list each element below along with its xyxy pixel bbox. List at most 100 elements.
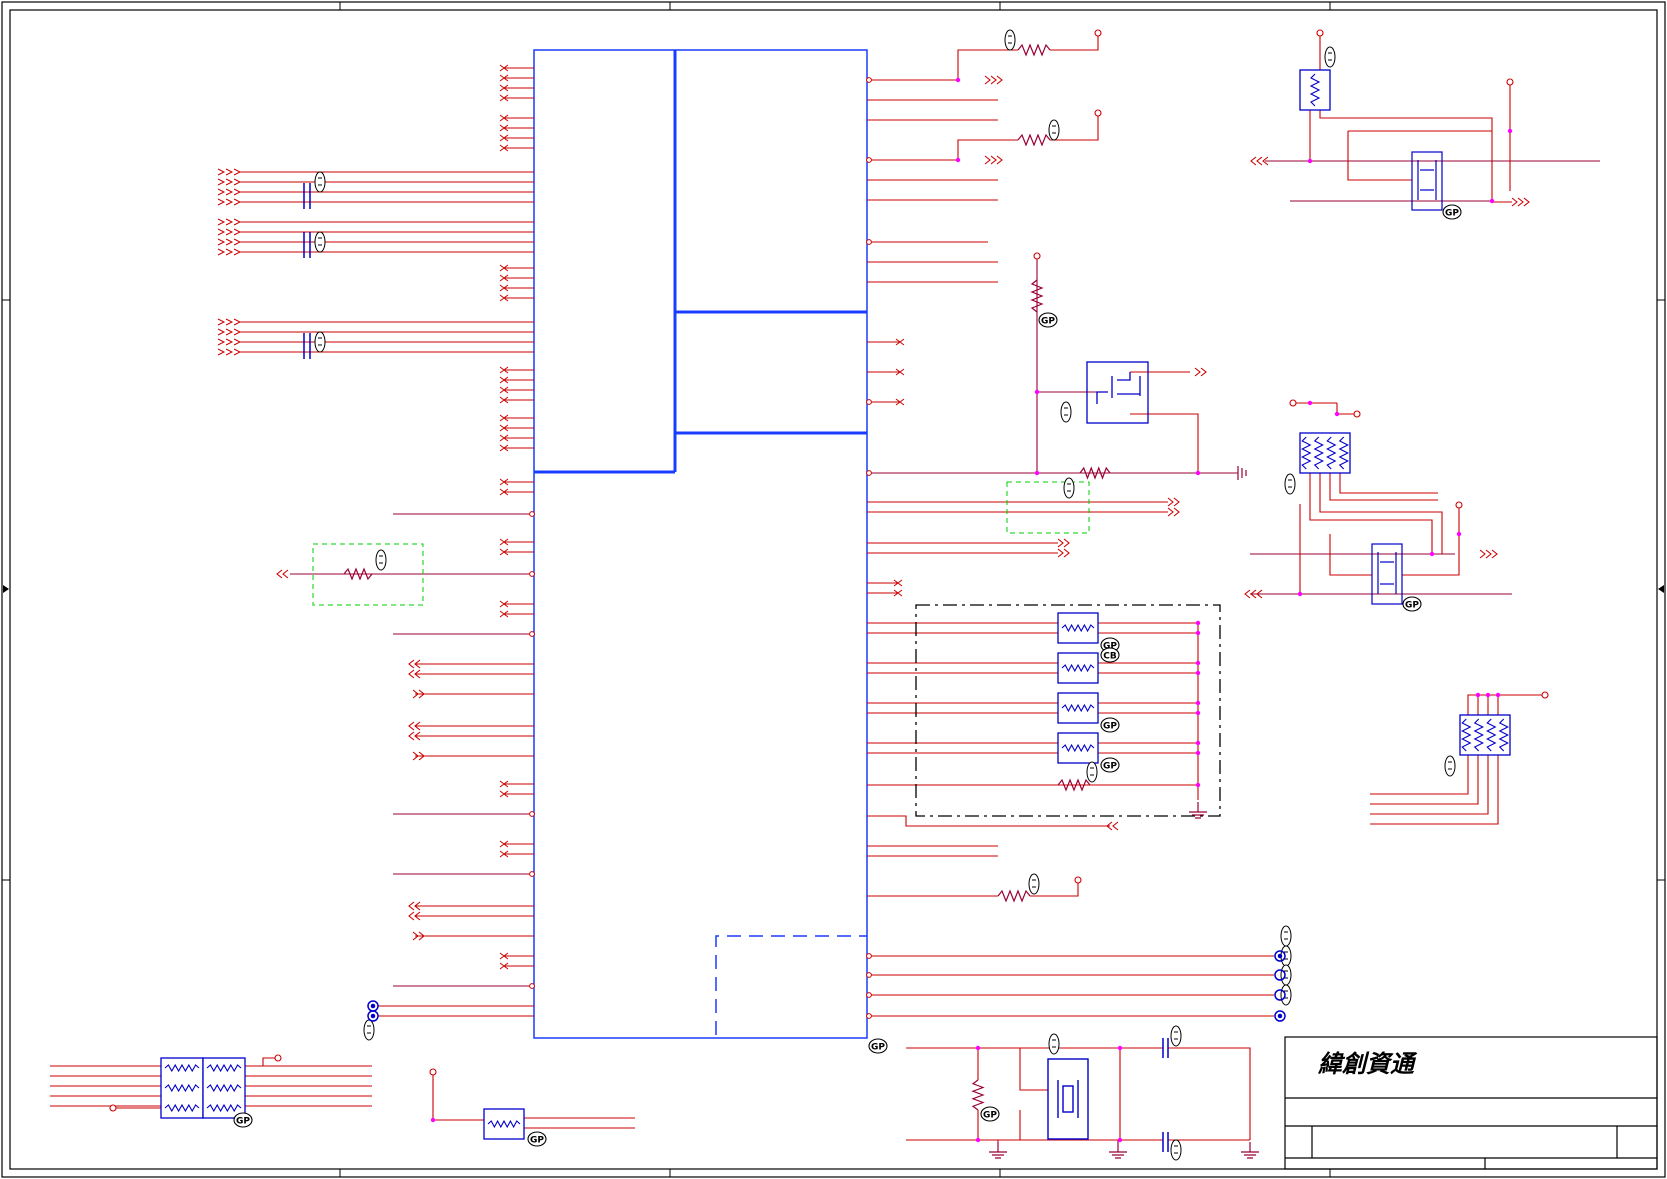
wire <box>1168 1047 1251 1140</box>
gp-badge: GP <box>233 1112 253 1128</box>
power-node <box>1455 501 1463 509</box>
offpage-arrow <box>233 198 242 206</box>
offpage-arrow <box>1200 367 1207 377</box>
junction-dot <box>430 1117 436 1123</box>
resistor-network <box>160 1057 204 1119</box>
offpage-arrow <box>996 155 1003 165</box>
offpage-arrow <box>217 248 226 256</box>
gp-badge: GP <box>868 1038 888 1054</box>
pin-dot <box>529 983 535 989</box>
offpage-arrow <box>233 218 242 226</box>
ground <box>1109 1142 1127 1159</box>
wire <box>1309 473 1433 554</box>
offpage-arrow <box>1173 507 1180 517</box>
wire <box>1319 473 1443 554</box>
offpage-arrow <box>225 348 234 356</box>
offpage-arrow <box>1523 197 1530 207</box>
offpage-arrow <box>225 338 234 346</box>
offpage-arrow <box>1167 497 1174 507</box>
offpage-arrow <box>1167 507 1174 517</box>
offpage-connectors <box>217 75 1530 941</box>
offpage-arrow <box>233 188 242 196</box>
wire <box>867 815 1110 827</box>
main-ic <box>533 49 868 1039</box>
offpage-arrow <box>408 659 415 669</box>
offpage-arrow <box>984 155 991 165</box>
resistor <box>1017 133 1051 147</box>
gp-badge: GP <box>1442 204 1462 220</box>
power-node <box>274 1054 282 1062</box>
gp-badge-text: GP <box>1445 209 1459 219</box>
pin-dot <box>866 1013 872 1019</box>
wire <box>1019 1048 1048 1091</box>
wire <box>1339 473 1438 494</box>
pin-dot <box>529 631 535 637</box>
resistor <box>971 1079 985 1111</box>
no-connect-marks <box>499 64 905 970</box>
gp-badge-text: GP <box>1041 317 1055 327</box>
ref-marker <box>375 549 387 571</box>
gp-badge-text: GP <box>530 1136 544 1146</box>
pin-dot <box>529 511 535 517</box>
crystal-load-caps <box>1162 1038 1169 1152</box>
offpage-arrow <box>408 911 415 921</box>
offpage-arrow <box>225 228 234 236</box>
ref-marker <box>1170 1025 1182 1047</box>
ref-marker <box>314 231 326 253</box>
ac-coupling-caps <box>303 183 311 359</box>
junction-dot <box>1307 158 1313 164</box>
pin-dot <box>866 399 872 405</box>
gp-badge-text: GP <box>1103 762 1117 772</box>
pin-endpoints <box>109 29 1549 1143</box>
offpage-arrow <box>1173 497 1180 507</box>
offpage-arrow <box>1112 821 1119 831</box>
ground-symbols <box>989 466 1259 1159</box>
ref-marker <box>1284 473 1296 495</box>
offpage-arrow <box>217 328 226 336</box>
offpage-arrow <box>225 198 234 206</box>
gp-badge-text: GP <box>1103 722 1117 732</box>
gp-badge: GP <box>980 1106 1000 1122</box>
crystal-oscillator <box>1047 1058 1089 1140</box>
resistor-network-arrays <box>160 69 1511 1140</box>
power-node <box>1541 691 1549 699</box>
offpage-arrow <box>233 168 242 176</box>
power-node <box>1094 29 1102 37</box>
junction-dot <box>1117 1137 1123 1143</box>
junction-dot <box>1507 128 1513 134</box>
resistor-network <box>1057 692 1099 724</box>
offpage-arrow <box>217 228 226 236</box>
offpage-arrow <box>225 238 234 246</box>
power-node <box>1074 876 1082 884</box>
junction-dot <box>1034 470 1040 476</box>
junction-dot <box>1495 692 1501 698</box>
offpage-arrow <box>282 569 289 579</box>
gp-badge-text: GP <box>871 1043 885 1053</box>
offpage-arrow <box>1244 589 1251 599</box>
offpage-arrow <box>225 168 234 176</box>
offpage-arrow <box>1250 156 1257 166</box>
wire <box>1402 505 1460 576</box>
resistor-network <box>1299 69 1331 111</box>
offpage-arrow <box>217 198 226 206</box>
offpage-arrow <box>225 218 234 226</box>
offpage-arrow <box>225 318 234 326</box>
junction-dot <box>1195 630 1201 636</box>
wire <box>957 49 1018 80</box>
offpage-arrow <box>1491 549 1498 559</box>
ref-marker <box>1048 1033 1060 1055</box>
ref-marker <box>1028 873 1040 895</box>
mosfet-mid-right <box>1371 543 1403 605</box>
ref-marker <box>1280 984 1292 1006</box>
pin-dot <box>866 992 872 998</box>
offpage-arrow <box>217 318 226 326</box>
offpage-arrow <box>1485 549 1492 559</box>
offpage-arrow <box>217 188 226 196</box>
resistor-network <box>1057 652 1099 684</box>
gp-badge: GP <box>1100 757 1120 773</box>
offpage-arrow <box>984 75 991 85</box>
offpage-arrow <box>217 238 226 246</box>
wire <box>1319 110 1512 203</box>
gp-badge-text: CB <box>1103 652 1117 662</box>
offpage-arrow <box>233 238 242 246</box>
